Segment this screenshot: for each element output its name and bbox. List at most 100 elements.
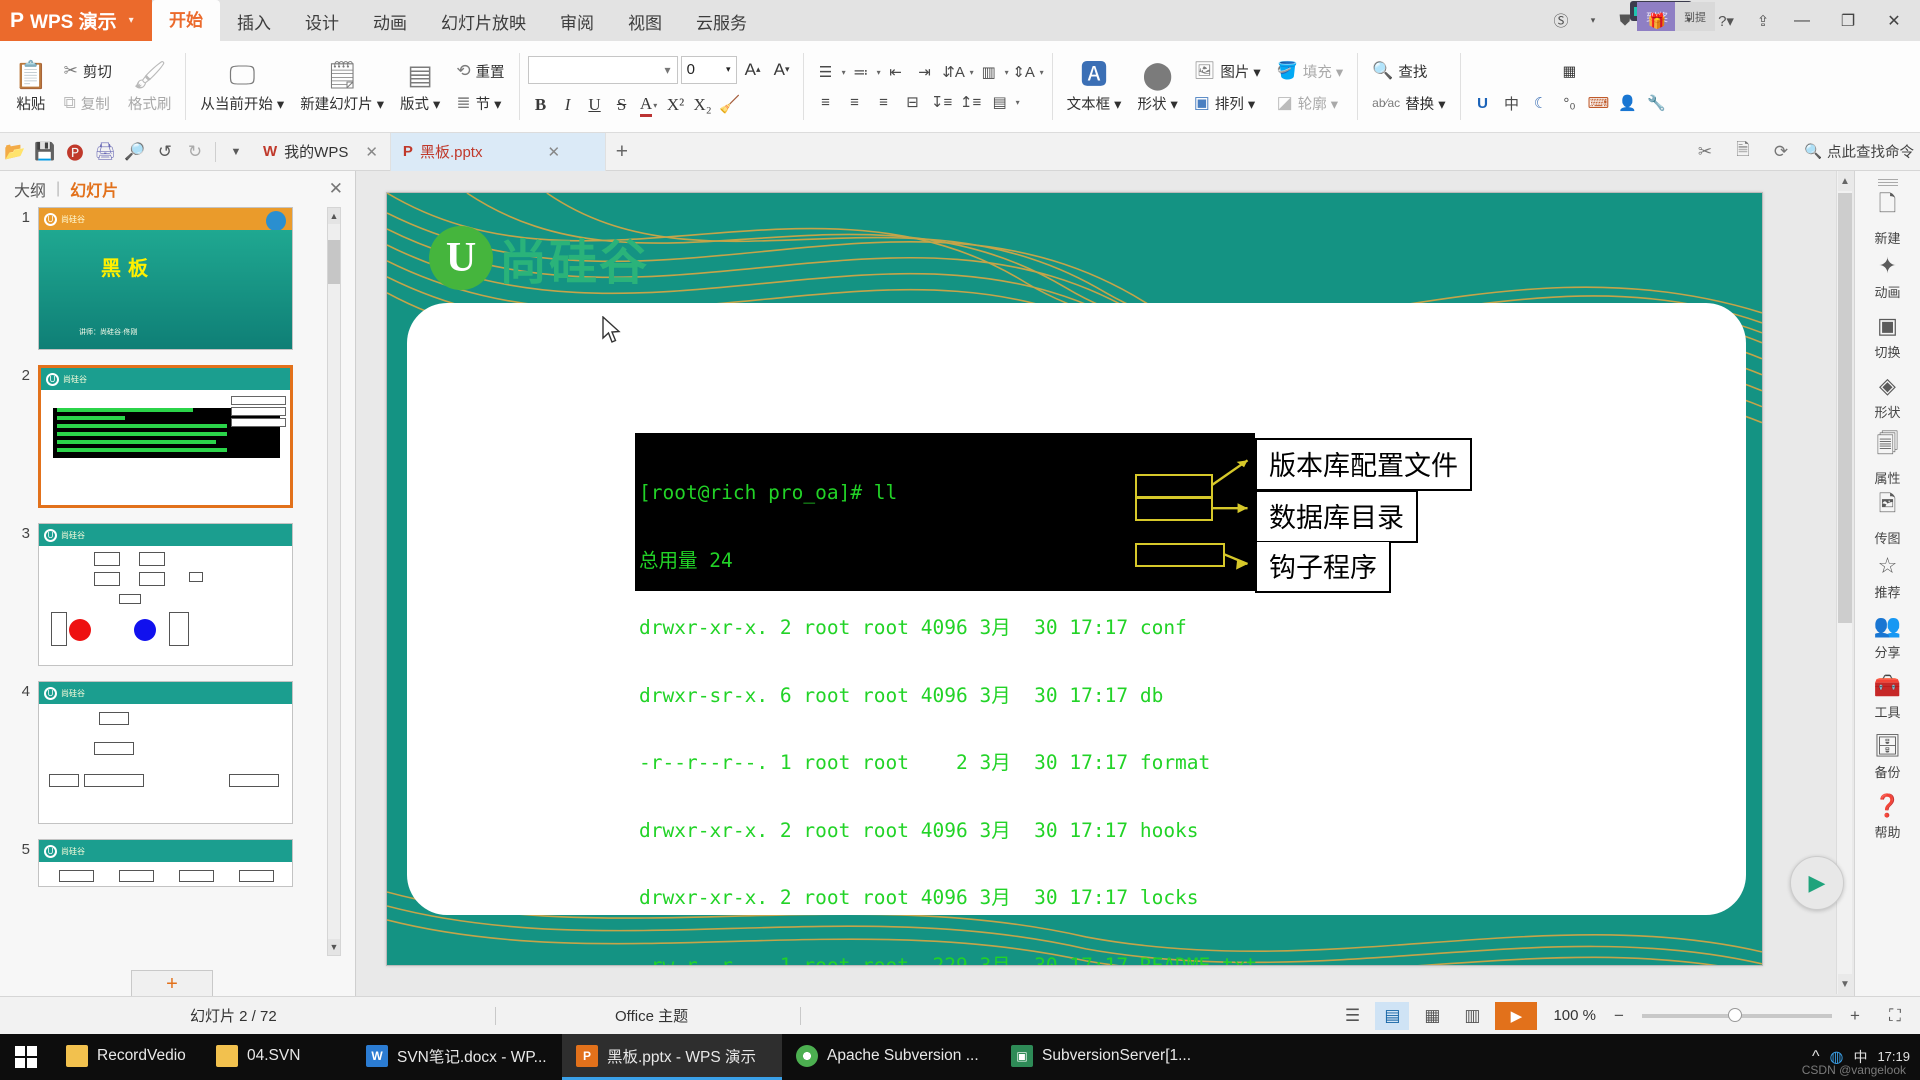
reading-view-icon[interactable]: ▥: [1455, 1002, 1489, 1030]
undo-icon[interactable]: ↺: [150, 137, 180, 167]
align-left-icon[interactable]: ≡: [812, 88, 840, 116]
sidebar-item-backup[interactable]: 🗄 备份: [1856, 727, 1920, 787]
sidebar-item-properties[interactable]: 🗐 属性: [1856, 427, 1920, 487]
close-icon[interactable]: ✕: [365, 143, 378, 161]
redo-icon[interactable]: ↻: [180, 137, 210, 167]
ime-chinese-toggle[interactable]: 中: [1498, 89, 1526, 117]
cut-button[interactable]: ✂ 剪切: [58, 56, 118, 86]
file-tab-my-wps[interactable]: W 我的WPS ✕: [251, 133, 391, 171]
picture-button[interactable]: 🖼 图片 ▾: [1188, 56, 1267, 86]
shapes-button[interactable]: ⬤ 形状 ▾: [1129, 45, 1185, 129]
taskbar-item-04svn[interactable]: 04.SVN: [202, 1034, 352, 1080]
zoom-in-button[interactable]: +: [1838, 1002, 1872, 1030]
scroll-down-icon[interactable]: ▼: [1838, 974, 1852, 994]
fit-slide-icon[interactable]: ⛶: [1878, 1002, 1912, 1030]
sidebar-item-animation[interactable]: ✦ 动画: [1856, 247, 1920, 307]
font-color-button[interactable]: A▾: [636, 92, 662, 119]
zoom-out-button[interactable]: −: [1602, 1002, 1636, 1030]
text-direction-icon[interactable]: ⇵A: [940, 58, 968, 86]
tab-insert[interactable]: 插入: [220, 6, 288, 41]
sidebar-item-recommend[interactable]: ☆ 推荐: [1856, 547, 1920, 607]
bullet-list-icon[interactable]: ☰: [812, 58, 840, 86]
tab-slides[interactable]: 幻灯片: [70, 177, 118, 201]
scroll-up-icon[interactable]: ▲: [328, 208, 340, 224]
start-slideshow-button[interactable]: ▶: [1495, 1002, 1537, 1030]
list-item[interactable]: 3 U尚硅谷: [14, 523, 330, 666]
sidebar-item-transition[interactable]: ▣ 切换: [1856, 307, 1920, 367]
sidebar-item-upload[interactable]: 🖻 传图: [1856, 487, 1920, 547]
font-size-input[interactable]: 0▾: [681, 56, 737, 84]
scroll-up-icon[interactable]: ▲: [1838, 171, 1852, 191]
doc-icon[interactable]: 🗎: [1728, 137, 1758, 167]
spacing-after-icon[interactable]: ↥≡: [957, 88, 985, 116]
clock[interactable]: 17:19: [1877, 1050, 1910, 1064]
sidebar-item-help[interactable]: ❓ 帮助: [1856, 787, 1920, 847]
numbered-list-icon[interactable]: ≕: [847, 58, 875, 86]
refresh-icon[interactable]: ⟳: [1766, 137, 1796, 167]
file-tab-heiban-pptx[interactable]: P 黑板.pptx ✕: [391, 133, 606, 171]
thumbnail-scrollbar[interactable]: ▲ ▼: [327, 207, 341, 956]
slide-sorter-icon[interactable]: ▦: [1415, 1002, 1449, 1030]
outline-button[interactable]: ◪ 轮廓 ▾: [1271, 88, 1349, 118]
taskbar-item-heiban-pptx[interactable]: P 黑板.pptx - WPS 演示: [562, 1034, 782, 1080]
tab-slideshow[interactable]: 幻灯片放映: [424, 6, 543, 41]
open-folder-icon[interactable]: 📂: [0, 137, 30, 167]
align-right-icon[interactable]: ≡: [870, 88, 898, 116]
sidebar-grip[interactable]: [1878, 179, 1898, 183]
columns-icon[interactable]: ▤: [986, 88, 1014, 116]
slide-thumbnail[interactable]: U尚硅谷: [38, 839, 293, 887]
tab-review[interactable]: 审阅: [543, 6, 611, 41]
normal-view-icon[interactable]: ▤: [1375, 1002, 1409, 1030]
zoom-slider-handle[interactable]: [1728, 1008, 1742, 1022]
from-current-button[interactable]: 🖵 从当前开始 ▾: [192, 45, 292, 129]
share-export-icon[interactable]: ⇪: [1748, 6, 1778, 36]
notes-icon[interactable]: ☰: [1335, 1002, 1369, 1030]
superscript-button[interactable]: X²: [663, 92, 689, 119]
restore-button[interactable]: ❐: [1826, 6, 1870, 36]
bold-button[interactable]: B: [528, 92, 554, 119]
taskbar-item-recordvedio[interactable]: RecordVedio: [52, 1034, 202, 1080]
tab-animation[interactable]: 动画: [356, 6, 424, 41]
tab-cloud[interactable]: 云服务: [679, 6, 764, 41]
format-painter-button[interactable]: 🖌 格式刷: [120, 45, 180, 129]
spacing-before-icon[interactable]: ↧≡: [928, 88, 956, 116]
emoji-icon[interactable]: °₀: [1556, 89, 1584, 117]
scissors-icon[interactable]: ✂: [1690, 137, 1720, 167]
theme-label[interactable]: Office 主题: [615, 1005, 688, 1026]
slide-thumbnail[interactable]: U尚硅谷 黑 板 讲师：尚硅谷·佟刚: [38, 207, 293, 350]
selection-pane-icon[interactable]: ▦: [1469, 57, 1671, 87]
fill-button[interactable]: 🪣 填充 ▾: [1271, 56, 1349, 86]
font-name-input[interactable]: ▾: [528, 56, 678, 84]
italic-button[interactable]: I: [555, 92, 581, 119]
help-icon[interactable]: ?▾: [1706, 6, 1746, 36]
moon-icon[interactable]: ☾: [1527, 89, 1555, 117]
add-slide-button[interactable]: +: [131, 970, 213, 998]
print-preview-icon[interactable]: 🔎: [120, 137, 150, 167]
zoom-slider[interactable]: [1642, 1014, 1832, 1018]
tab-start[interactable]: 开始: [152, 0, 220, 41]
chevron-down-icon[interactable]: ▾: [1674, 6, 1704, 36]
list-item[interactable]: 2 U尚硅谷: [14, 365, 330, 508]
gift-icon[interactable]: 🎁: [1642, 6, 1672, 36]
person-icon[interactable]: 👤: [1614, 89, 1642, 117]
sidebar-item-shape[interactable]: ◈ 形状: [1856, 367, 1920, 427]
clear-format-icon[interactable]: 🧹: [717, 92, 743, 119]
increase-font-size-button[interactable]: A▴: [740, 56, 766, 83]
sidebar-item-new[interactable]: 🗋 新建: [1856, 187, 1920, 247]
chevron-down-icon[interactable]: ▾: [129, 15, 134, 26]
save-icon[interactable]: 💾: [30, 137, 60, 167]
app-logo[interactable]: P WPS 演示 ▾: [0, 0, 152, 41]
floating-play-button[interactable]: ▶: [1790, 856, 1844, 910]
tab-view[interactable]: 视图: [611, 6, 679, 41]
keyboard-icon[interactable]: ⌨: [1585, 89, 1613, 117]
export-pdf-icon[interactable]: 🅟: [60, 137, 90, 167]
section-button[interactable]: ≣ 节 ▾: [450, 88, 510, 118]
underline-button[interactable]: U: [582, 92, 608, 119]
list-item[interactable]: 1 U尚硅谷 黑 板 讲师：尚硅谷·佟刚: [14, 207, 330, 350]
subscript-button[interactable]: X₂: [690, 92, 716, 119]
tab-outline[interactable]: 大纲: [14, 177, 46, 201]
find-command-box[interactable]: 🔍 点此查找命令: [1804, 141, 1914, 162]
tab-design[interactable]: 设计: [288, 6, 356, 41]
scrollbar-thumb[interactable]: [328, 240, 340, 284]
list-item[interactable]: 4 U尚硅谷: [14, 681, 330, 824]
